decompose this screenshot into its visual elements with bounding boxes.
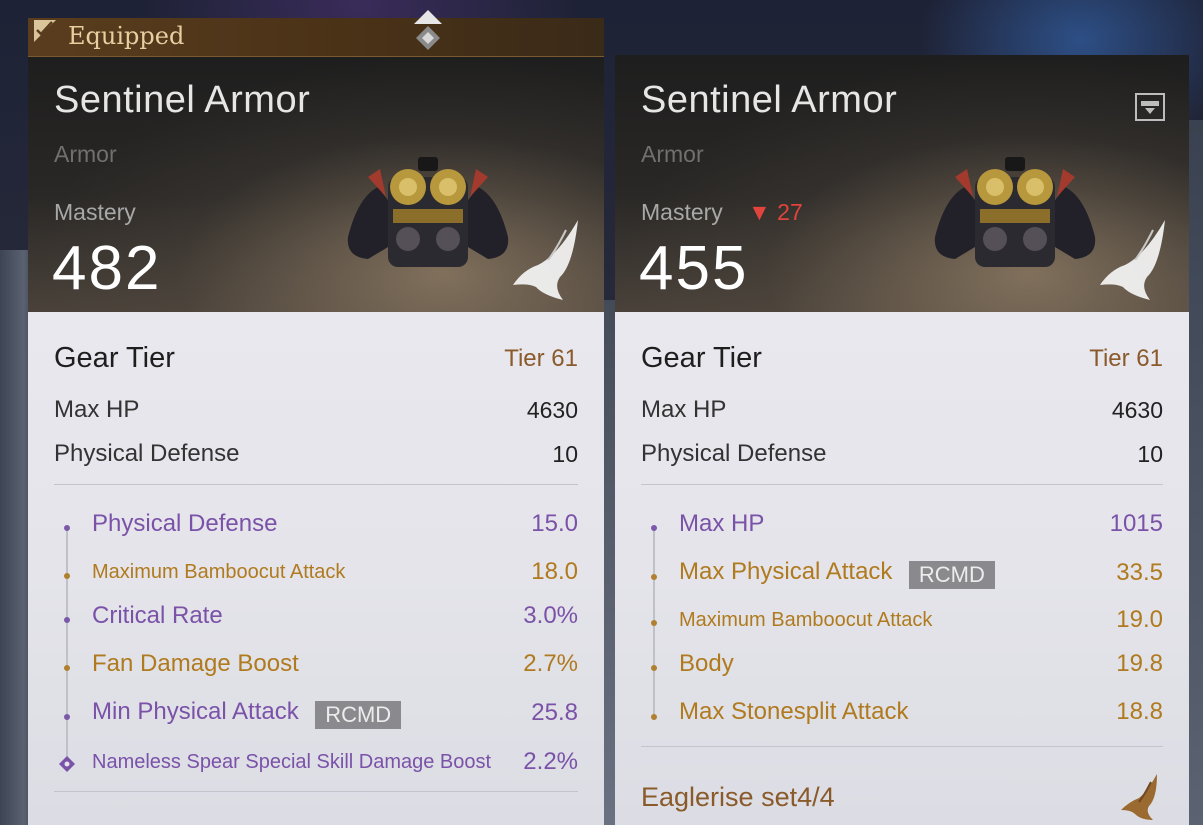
substat-value: 33.5 — [1116, 559, 1163, 587]
substat-row: Max HP 1015 — [679, 510, 1163, 538]
eagle-set-icon — [1121, 774, 1157, 820]
card-stats: Gear Tier Tier 61 Max HP 4630 Physical D… — [615, 312, 1189, 825]
substat-row: Maximum Bamboocut Attack 18.0 — [92, 558, 578, 586]
substat-row: Maximum Bamboocut Attack 19.0 — [679, 606, 1163, 634]
equipped-banner: Equipped — [28, 10, 604, 57]
mastery-difference: ▼ 27 — [748, 199, 803, 225]
substat-row: Max Stonesplit Attack 18.8 — [679, 698, 1163, 726]
purple-bullet-icon — [62, 712, 72, 722]
substat-connector — [66, 527, 68, 762]
substat-value: 2.2% — [523, 748, 578, 775]
eagle-emblem-icon — [513, 220, 578, 300]
base-stat-row: Max HP 4630 — [54, 396, 578, 424]
mastery-label: Mastery — [54, 199, 136, 225]
lock-favorite-icon[interactable] — [1135, 93, 1165, 121]
card-header: Sentinel Armor Armor Mastery ▼ 27 455 — [615, 55, 1189, 312]
set-bonus-label: Eaglerise set4/4 — [641, 782, 835, 812]
item-type: Armor — [641, 141, 704, 167]
divider — [641, 746, 1163, 747]
substat-label: Min Physical Attack — [92, 698, 299, 725]
base-stat-value: 10 — [1137, 440, 1163, 467]
substat-label-group: Min Physical Attack RCMD — [92, 698, 402, 729]
substat-label: Fan Damage Boost — [92, 650, 299, 677]
base-stat-label: Max HP — [641, 396, 727, 423]
base-stat-label: Physical Defense — [641, 440, 827, 467]
substat-label-group: Max Physical Attack RCMD — [679, 558, 995, 589]
substat-value: 3.0% — [523, 602, 578, 629]
substat-row: Body 19.8 — [679, 650, 1163, 678]
substat-value: 19.0 — [1116, 606, 1163, 633]
mastery-value: 455 — [639, 234, 749, 303]
gold-bullet-icon — [649, 618, 659, 628]
gear-tier-value: Tier 61 — [504, 344, 578, 372]
substat-row: Max Physical Attack RCMD 33.5 — [679, 558, 1163, 589]
gold-bullet-icon — [62, 571, 72, 581]
substat-row: Fan Damage Boost 2.7% — [92, 650, 578, 678]
base-stat-row: Physical Defense 10 — [641, 440, 1163, 468]
gold-bullet-icon — [649, 663, 659, 673]
purple-bullet-icon — [649, 523, 659, 533]
purple-bullet-icon — [62, 615, 72, 625]
substat-value: 1015 — [1109, 510, 1163, 537]
base-stat-row: Physical Defense 10 — [54, 440, 578, 468]
card-stats: Gear Tier Tier 61 Max HP 4630 Physical D… — [28, 312, 604, 825]
item-title: Sentinel Armor — [54, 79, 311, 121]
substat-value: 18.0 — [531, 558, 578, 585]
gold-bullet-icon — [62, 663, 72, 673]
gold-bullet-icon — [649, 572, 659, 582]
base-stat-value: 4630 — [526, 396, 578, 423]
substat-label: Maximum Bamboocut Attack — [92, 560, 346, 583]
checkmark-icon — [34, 20, 56, 42]
rcmd-badge: RCMD — [908, 560, 995, 589]
substat-label: Critical Rate — [92, 602, 223, 629]
divider — [54, 791, 578, 792]
purple-bullet-icon — [62, 523, 72, 533]
gear-tier-label: Gear Tier — [54, 342, 175, 374]
substat-label: Max Stonesplit Attack — [679, 698, 909, 725]
armor-image — [347, 157, 509, 267]
item-type: Armor — [54, 141, 117, 167]
compare-swap-icon[interactable] — [408, 8, 448, 58]
substat-label: Nameless Spear Special Skill Damage Boos… — [92, 750, 492, 773]
armor-image — [934, 157, 1096, 267]
diamond-bullet-icon — [59, 756, 75, 772]
substat-value: 2.7% — [523, 650, 578, 677]
rcmd-badge: RCMD — [315, 700, 402, 729]
base-stat-label: Physical Defense — [54, 440, 240, 467]
substat-row: Min Physical Attack RCMD 25.8 — [92, 698, 578, 729]
substat-label: Max Physical Attack — [679, 558, 893, 585]
gear-tier-row: Gear Tier Tier 61 — [641, 342, 1163, 375]
substat-label: Body — [679, 650, 734, 677]
mastery-label: Mastery — [641, 199, 723, 225]
card-header: Sentinel Armor Armor Mastery 482 — [28, 55, 604, 312]
substat-value: 25.8 — [531, 699, 578, 727]
divider — [54, 484, 578, 485]
gold-bullet-icon — [649, 712, 659, 722]
substat-value: 15.0 — [531, 510, 578, 537]
gear-tier-row: Gear Tier Tier 61 — [54, 342, 578, 375]
substat-value: 19.8 — [1116, 650, 1163, 677]
base-stat-label: Max HP — [54, 396, 140, 423]
substat-label: Physical Defense — [92, 510, 278, 537]
substat-row: Critical Rate 3.0% — [92, 602, 578, 630]
substat-value: 18.8 — [1116, 698, 1163, 725]
compare-item-card[interactable]: Sentinel Armor Armor Mastery ▼ 27 455 Ge… — [615, 55, 1189, 825]
background-rock — [1187, 120, 1203, 825]
item-title: Sentinel Armor — [641, 79, 898, 121]
eagle-emblem-icon — [1100, 220, 1165, 300]
equipped-item-card[interactable]: Sentinel Armor Armor Mastery 482 Gear Ti… — [28, 55, 604, 825]
divider — [641, 484, 1163, 485]
gear-tier-value: Tier 61 — [1089, 344, 1163, 372]
substat-row: Nameless Spear Special Skill Damage Boos… — [92, 748, 578, 776]
substat-label: Max HP — [679, 510, 765, 537]
base-stat-row: Max HP 4630 — [641, 396, 1163, 424]
substat-label: Maximum Bamboocut Attack — [679, 608, 933, 631]
substat-row: Physical Defense 15.0 — [92, 510, 578, 538]
base-stat-value: 4630 — [1111, 396, 1163, 423]
gear-tier-label: Gear Tier — [641, 342, 762, 374]
base-stat-value: 10 — [552, 440, 578, 467]
equipped-label: Equipped — [68, 22, 185, 50]
mastery-value: 482 — [52, 234, 162, 303]
